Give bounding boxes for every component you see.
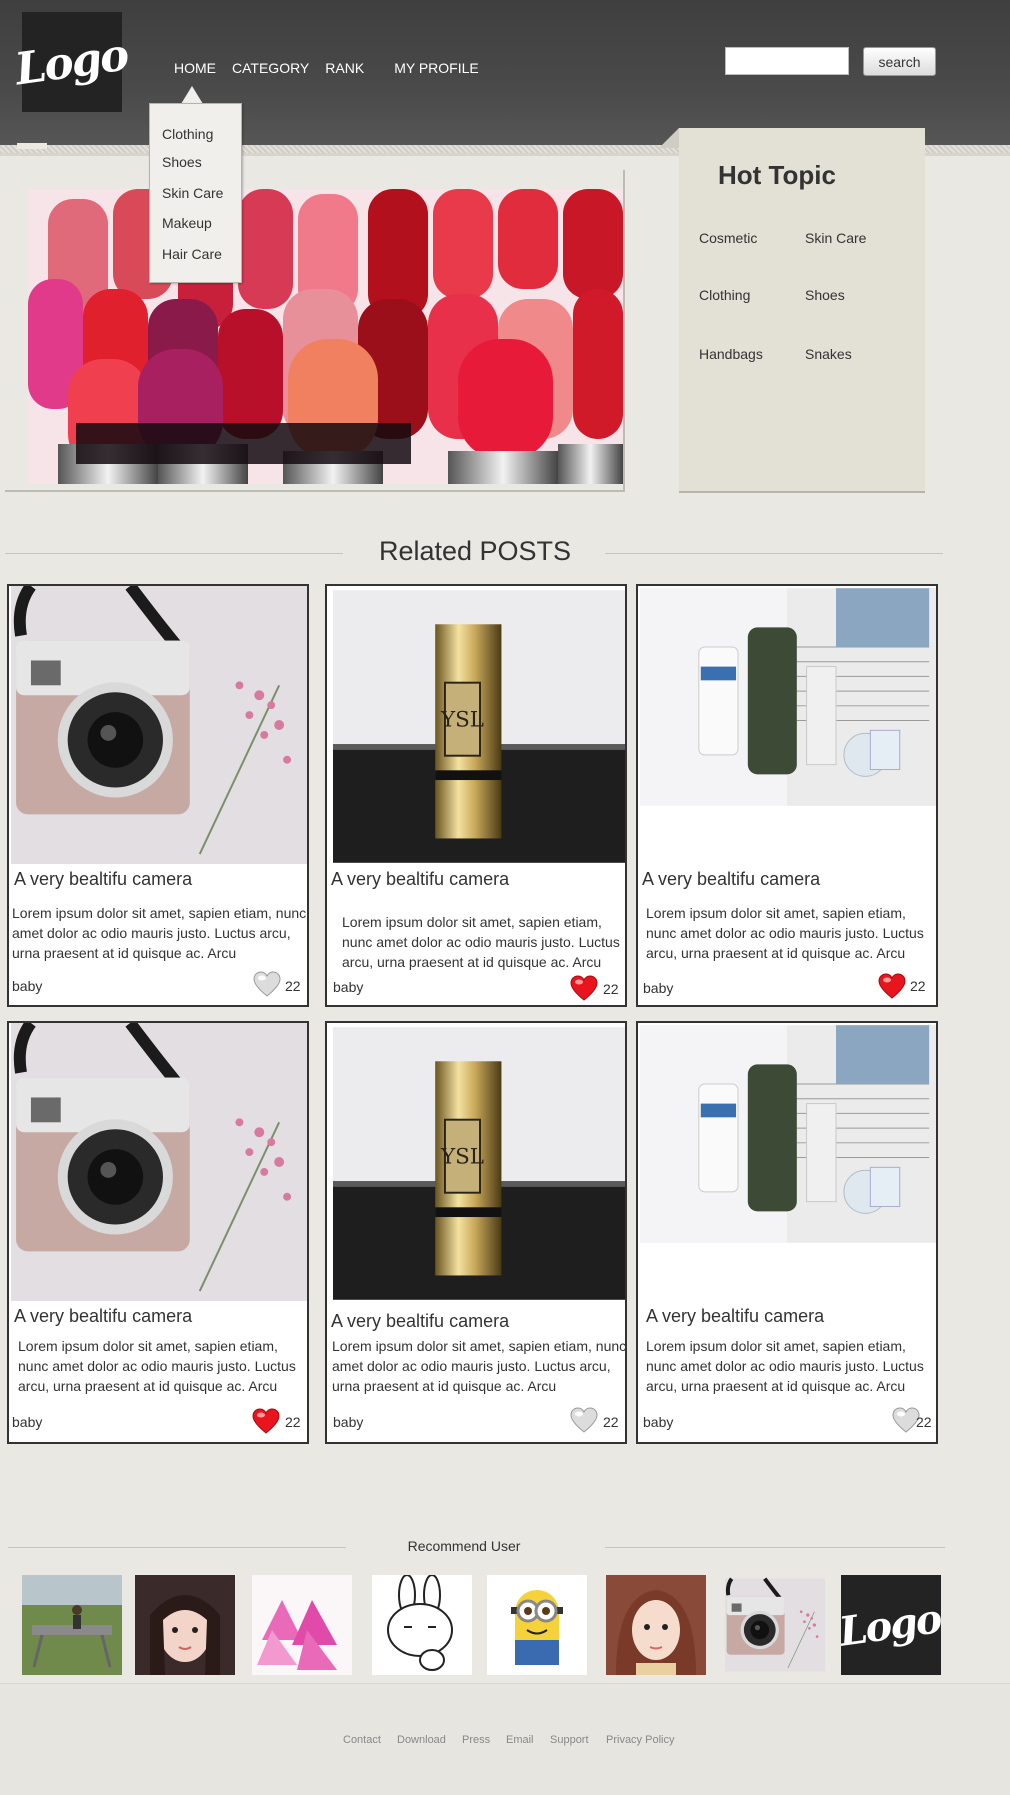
hot-topic-cosmetic[interactable]: Cosmetic	[699, 230, 757, 246]
avatar-camera	[725, 1575, 825, 1675]
nav-my-profile[interactable]: MY PROFILE	[394, 60, 479, 76]
avatar-outdoor	[22, 1575, 122, 1675]
post-title[interactable]: A very bealtifu camera	[331, 869, 509, 890]
header-tab	[17, 143, 47, 149]
avatar[interactable]: Logo	[841, 1575, 941, 1675]
like-count: 22	[916, 1414, 932, 1430]
heart-icon[interactable]	[570, 975, 598, 1001]
heart-icon[interactable]	[570, 1407, 598, 1433]
post-card[interactable]: A very bealtifu camera Lorem ipsum dolor…	[7, 584, 309, 1007]
post-card[interactable]: A very bealtifu camera Lorem ipsum dolor…	[636, 1021, 938, 1444]
post-image-skincare	[640, 1024, 936, 1244]
footer-link-support[interactable]: Support	[550, 1734, 589, 1746]
avatar-rabbit	[372, 1575, 472, 1675]
post-title[interactable]: A very bealtifu camera	[646, 1306, 824, 1327]
search-button[interactable]: search	[863, 47, 936, 76]
post-author[interactable]: baby	[643, 1414, 673, 1430]
avatar[interactable]	[487, 1575, 587, 1675]
nav-category[interactable]: CATEGORY	[232, 60, 309, 76]
post-title[interactable]: A very bealtifu camera	[14, 869, 192, 890]
post-card[interactable]: A very bealtifu camera Lorem ipsum dolor…	[325, 1021, 627, 1444]
post-description: Lorem ipsum dolor sit amet, sapien etiam…	[332, 1338, 627, 1394]
post-image-skincare	[640, 587, 936, 807]
recommend-user-title: Recommend User	[407, 1538, 521, 1554]
nav-home[interactable]: HOME	[174, 60, 216, 76]
footer-link-press[interactable]: Press	[462, 1734, 490, 1746]
hot-topic-snakes[interactable]: Snakes	[805, 346, 852, 362]
nav-rank[interactable]: RANK	[325, 60, 364, 76]
heart-icon[interactable]	[878, 973, 906, 999]
dropdown-item-skin-care[interactable]: Skin Care	[162, 185, 223, 201]
hot-topic-panel: Hot Topic Cosmetic Skin Care Clothing Sh…	[679, 128, 925, 493]
avatar[interactable]	[606, 1575, 706, 1675]
banner-caption-overlay	[76, 423, 411, 464]
category-dropdown: Clothing Shoes Skin Care Makeup Hair Car…	[149, 103, 242, 283]
avatar[interactable]	[725, 1575, 825, 1675]
post-author[interactable]: baby	[12, 978, 42, 994]
post-image-lipstick	[333, 1026, 625, 1301]
avatar[interactable]	[252, 1575, 352, 1675]
logo-text: Logo	[841, 1594, 941, 1656]
post-description: Lorem ipsum dolor sit amet, sapien etiam…	[12, 905, 307, 961]
footer-link-download[interactable]: Download	[397, 1734, 446, 1746]
logo-text: Logo	[11, 28, 131, 96]
post-card[interactable]: A very bealtifu camera Lorem ipsum dolor…	[636, 584, 938, 1007]
avatar-woman	[606, 1575, 706, 1675]
avatar-pink-art	[252, 1575, 352, 1675]
like-count: 22	[285, 1414, 301, 1430]
post-description: Lorem ipsum dolor sit amet, sapien etiam…	[18, 1338, 296, 1394]
post-author[interactable]: baby	[333, 1414, 363, 1430]
dropdown-item-hair-care[interactable]: Hair Care	[162, 246, 222, 262]
post-image-camera	[11, 1023, 309, 1301]
footer-link-privacy-policy[interactable]: Privacy Policy	[606, 1734, 674, 1746]
footer-link-contact[interactable]: Contact	[343, 1734, 381, 1746]
heart-icon[interactable]	[252, 1408, 280, 1434]
main-nav: HOME CATEGORY RANK MY PROFILE	[174, 60, 495, 76]
site-logo[interactable]: Logo	[12, 12, 130, 112]
hot-topic-skin-care[interactable]: Skin Care	[805, 230, 866, 246]
post-description: Lorem ipsum dolor sit amet, sapien etiam…	[646, 905, 924, 961]
post-author[interactable]: baby	[643, 980, 673, 996]
search-input[interactable]	[725, 47, 849, 75]
avatar[interactable]	[22, 1575, 122, 1675]
hot-topic-notch	[659, 128, 679, 148]
post-description: Lorem ipsum dolor sit amet, sapien etiam…	[646, 1338, 924, 1394]
post-card[interactable]: A very bealtifu camera Lorem ipsum dolor…	[7, 1021, 309, 1444]
post-title[interactable]: A very bealtifu camera	[331, 1311, 509, 1332]
post-author[interactable]: baby	[12, 1414, 42, 1430]
heart-icon[interactable]	[253, 971, 281, 997]
avatar[interactable]	[372, 1575, 472, 1675]
avatar[interactable]	[135, 1575, 235, 1675]
post-card[interactable]: A very bealtifu camera Lorem ipsum dolor…	[325, 584, 627, 1007]
related-posts-title: Related POSTS	[378, 536, 572, 566]
hot-topic-handbags[interactable]: Handbags	[699, 346, 763, 362]
site-footer: Contact Download Press Email Support Pri…	[0, 1683, 1010, 1795]
hot-topic-title: Hot Topic	[718, 160, 836, 190]
dropdown-arrow	[181, 86, 203, 104]
dropdown-item-clothing[interactable]: Clothing	[162, 126, 213, 142]
hot-topic-shoes[interactable]: Shoes	[805, 287, 845, 303]
post-author[interactable]: baby	[333, 979, 363, 995]
dropdown-item-shoes[interactable]: Shoes	[162, 154, 202, 170]
post-title[interactable]: A very bealtifu camera	[642, 869, 820, 890]
like-count: 22	[603, 981, 619, 997]
dropdown-item-makeup[interactable]: Makeup	[162, 215, 212, 231]
like-count: 22	[603, 1414, 619, 1430]
avatar-girl	[135, 1575, 235, 1675]
post-image-lipstick	[333, 589, 625, 864]
like-count: 22	[910, 978, 926, 994]
like-count: 22	[285, 978, 301, 994]
post-image-camera	[11, 586, 309, 864]
post-title[interactable]: A very bealtifu camera	[14, 1306, 192, 1327]
avatar-minion	[487, 1575, 587, 1675]
hot-topic-clothing[interactable]: Clothing	[699, 287, 750, 303]
post-description: Lorem ipsum dolor sit amet, sapien etiam…	[342, 914, 620, 970]
footer-link-email[interactable]: Email	[506, 1734, 534, 1746]
banner-image[interactable]	[28, 189, 623, 484]
